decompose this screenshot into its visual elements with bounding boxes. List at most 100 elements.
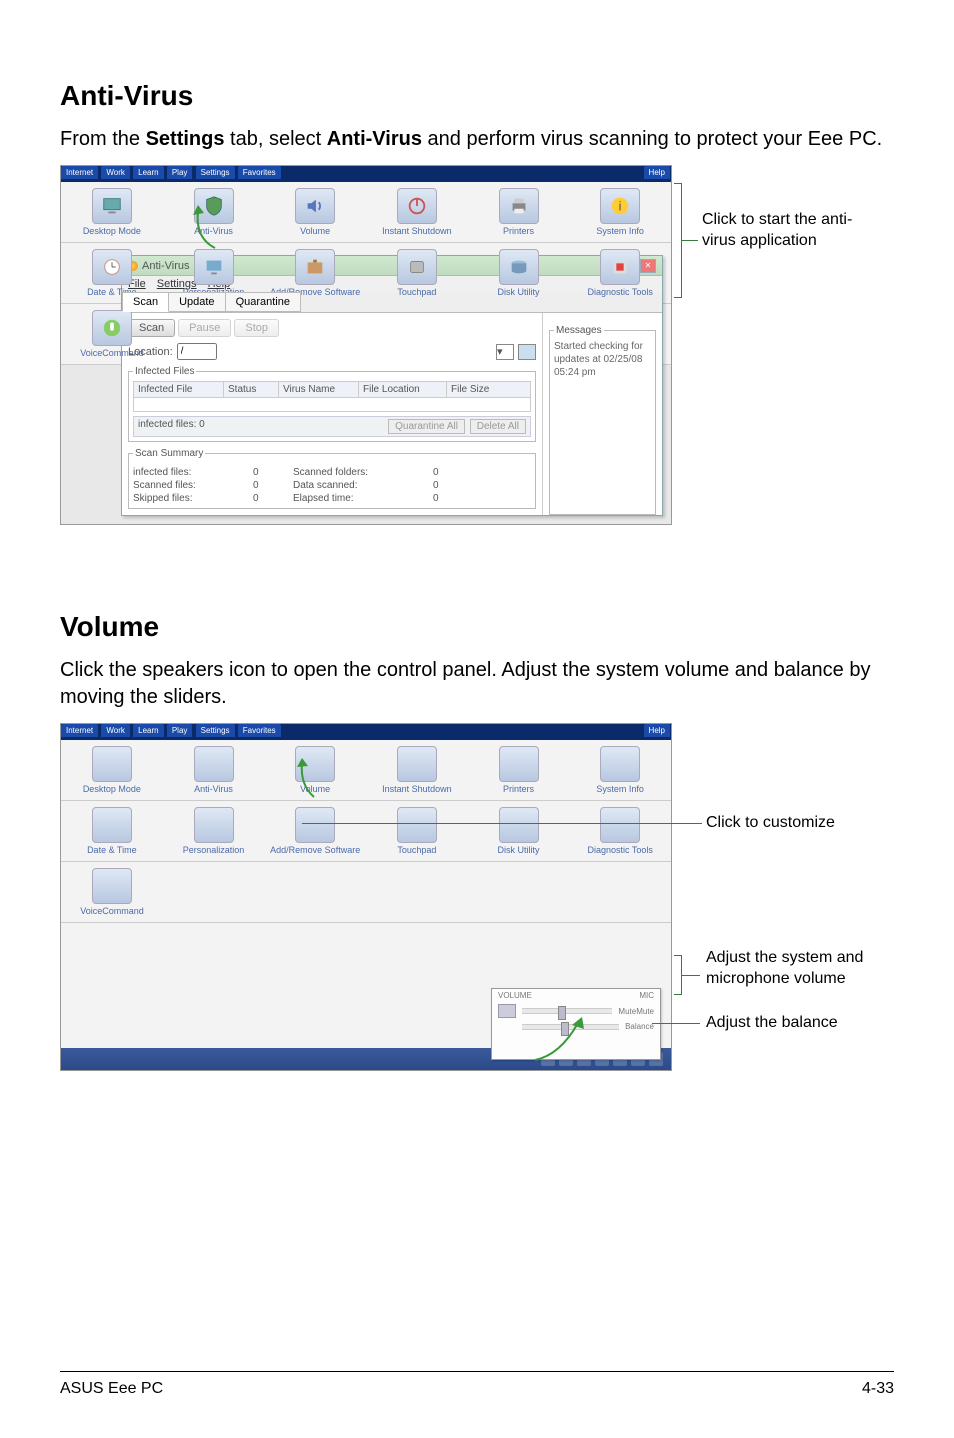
browse-folder-icon[interactable] (518, 344, 536, 360)
launcher-disk-utility[interactable]: Disk Utility (468, 249, 570, 297)
launcher-instant-shutdown[interactable]: Instant Shutdown (366, 746, 468, 794)
callout-customize: Click to customize (706, 813, 906, 834)
summary-label: Elapsed time: (293, 493, 433, 504)
launcher-voicecommand[interactable]: VoiceCommand (61, 868, 163, 916)
summary-label: Scanned folders: (293, 467, 433, 478)
launcher-label: System Info (569, 226, 671, 236)
pointer-arrow-icon (530, 1015, 590, 1065)
tab-scan[interactable]: Scan (122, 292, 169, 312)
launcher-volume[interactable]: Volume (264, 188, 366, 236)
launcher-label: Diagnostic Tools (569, 845, 671, 855)
printers-icon (499, 746, 539, 782)
personalization-icon (194, 807, 234, 843)
launcher-personalization[interactable]: Personalization (163, 807, 265, 855)
launcher-label: Touchpad (366, 287, 468, 297)
mute-checkbox[interactable]: Mute (618, 1007, 636, 1016)
delete-all-button[interactable]: Delete All (470, 419, 526, 434)
topbar-help[interactable]: Help (644, 724, 670, 737)
launcher-label: Date & Time (61, 845, 163, 855)
callout-balance: Adjust the balance (706, 1013, 866, 1034)
tab-settings[interactable]: Settings (196, 166, 235, 179)
section-heading-volume: Volume (60, 611, 894, 643)
scan-button[interactable]: Scan (128, 319, 175, 337)
launcher-label: Volume (264, 226, 366, 236)
add-remove-icon (295, 807, 335, 843)
date-time-icon (92, 249, 132, 285)
tab-play[interactable]: Play (167, 724, 193, 737)
tab-play[interactable]: Play (167, 166, 193, 179)
launcher-label: Instant Shutdown (366, 784, 468, 794)
tab-settings[interactable]: Settings (196, 724, 235, 737)
launcher-desktop-mode[interactable]: Desktop Mode (61, 188, 163, 236)
launcher-system-info[interactable]: i System Info (569, 188, 671, 236)
section-heading-antivirus: Anti-Virus (60, 80, 894, 112)
touchpad-icon (397, 249, 437, 285)
summary-label: infected files: (133, 467, 253, 478)
launcher-desktop-mode[interactable]: Desktop Mode (61, 746, 163, 794)
intro-bold-settings: Settings (146, 128, 225, 150)
tab-work[interactable]: Work (101, 166, 130, 179)
mic-label: MIC (639, 991, 654, 1000)
close-button[interactable]: ✕ (640, 259, 656, 273)
location-dropdown[interactable]: ▾ (496, 344, 514, 360)
tab-favorites[interactable]: Favorites (238, 724, 281, 737)
pointer-arrow-icon (190, 203, 220, 253)
diagnostic-tools-icon (600, 807, 640, 843)
launcher-add-remove-software[interactable]: Add/Remove Software (264, 807, 366, 855)
disk-utility-icon (499, 807, 539, 843)
launcher-antivirus[interactable]: Anti-Virus (163, 746, 265, 794)
launcher-printers[interactable]: Printers (468, 746, 570, 794)
menu-settings[interactable]: Settings (157, 278, 197, 290)
launcher-add-remove-software[interactable]: Add/Remove Software (264, 249, 366, 297)
launcher-diagnostic-tools[interactable]: Diagnostic Tools (569, 249, 671, 297)
pause-button[interactable]: Pause (178, 319, 231, 337)
section-intro-antivirus: From the Settings tab, select Anti-Virus… (60, 126, 894, 153)
disk-utility-icon (499, 249, 539, 285)
infected-files-header: Infected File Status Virus Name File Loc… (133, 381, 531, 398)
stop-button[interactable]: Stop (234, 319, 279, 337)
scan-summary-group: Scan Summary infected files:0 Scanned fo… (128, 448, 536, 509)
location-input[interactable] (177, 343, 217, 360)
volume-label: VOLUME (498, 991, 532, 1000)
tab-quarantine[interactable]: Quarantine (225, 292, 301, 312)
col-virus-name: Virus Name (279, 382, 359, 397)
launcher-disk-utility[interactable]: Disk Utility (468, 807, 570, 855)
diagnostic-tools-icon (600, 249, 640, 285)
volume-slider[interactable] (522, 1008, 612, 1014)
tab-internet[interactable]: Internet (61, 724, 98, 737)
summary-label: Skipped files: (133, 493, 253, 504)
tab-learn[interactable]: Learn (133, 166, 163, 179)
tab-learn[interactable]: Learn (133, 724, 163, 737)
launcher-touchpad[interactable]: Touchpad (366, 807, 468, 855)
messages-text: Started checking for updates at 02/25/08… (554, 340, 651, 379)
shutdown-icon (397, 188, 437, 224)
launcher-diagnostic-tools[interactable]: Diagnostic Tools (569, 807, 671, 855)
launcher-label: Anti-Virus (163, 784, 265, 794)
page-footer: ASUS Eee PC 4-33 (60, 1371, 894, 1398)
location-label: Location: (128, 346, 173, 358)
launcher-label: Personalization (163, 845, 265, 855)
launcher-label: System Info (569, 784, 671, 794)
printers-icon (499, 188, 539, 224)
launcher-system-info[interactable]: System Info (569, 746, 671, 794)
launcher-printers[interactable]: Printers (468, 188, 570, 236)
launcher-label: Printers (468, 226, 570, 236)
tab-favorites[interactable]: Favorites (238, 166, 281, 179)
add-remove-icon (295, 249, 335, 285)
tab-work[interactable]: Work (101, 724, 130, 737)
voicecommand-icon (92, 868, 132, 904)
infected-count-value: 0 (199, 419, 205, 430)
launcher-instant-shutdown[interactable]: Instant Shutdown (366, 188, 468, 236)
topbar-help[interactable]: Help (644, 166, 671, 182)
summary-value: 0 (253, 467, 293, 478)
col-infected-file: Infected File (134, 382, 224, 397)
callout-bracket-icon (674, 955, 682, 995)
tab-update[interactable]: Update (168, 292, 225, 312)
app-topbar-2: Internet Work Learn Play Settings Favori… (61, 724, 671, 740)
mic-mute-checkbox[interactable]: Mute (636, 1007, 654, 1016)
launcher-date-time[interactable]: Date & Time (61, 807, 163, 855)
launcher-touchpad[interactable]: Touchpad (366, 249, 468, 297)
tab-internet[interactable]: Internet (61, 166, 98, 179)
quarantine-all-button[interactable]: Quarantine All (388, 419, 465, 434)
system-info-icon: i (600, 188, 640, 224)
